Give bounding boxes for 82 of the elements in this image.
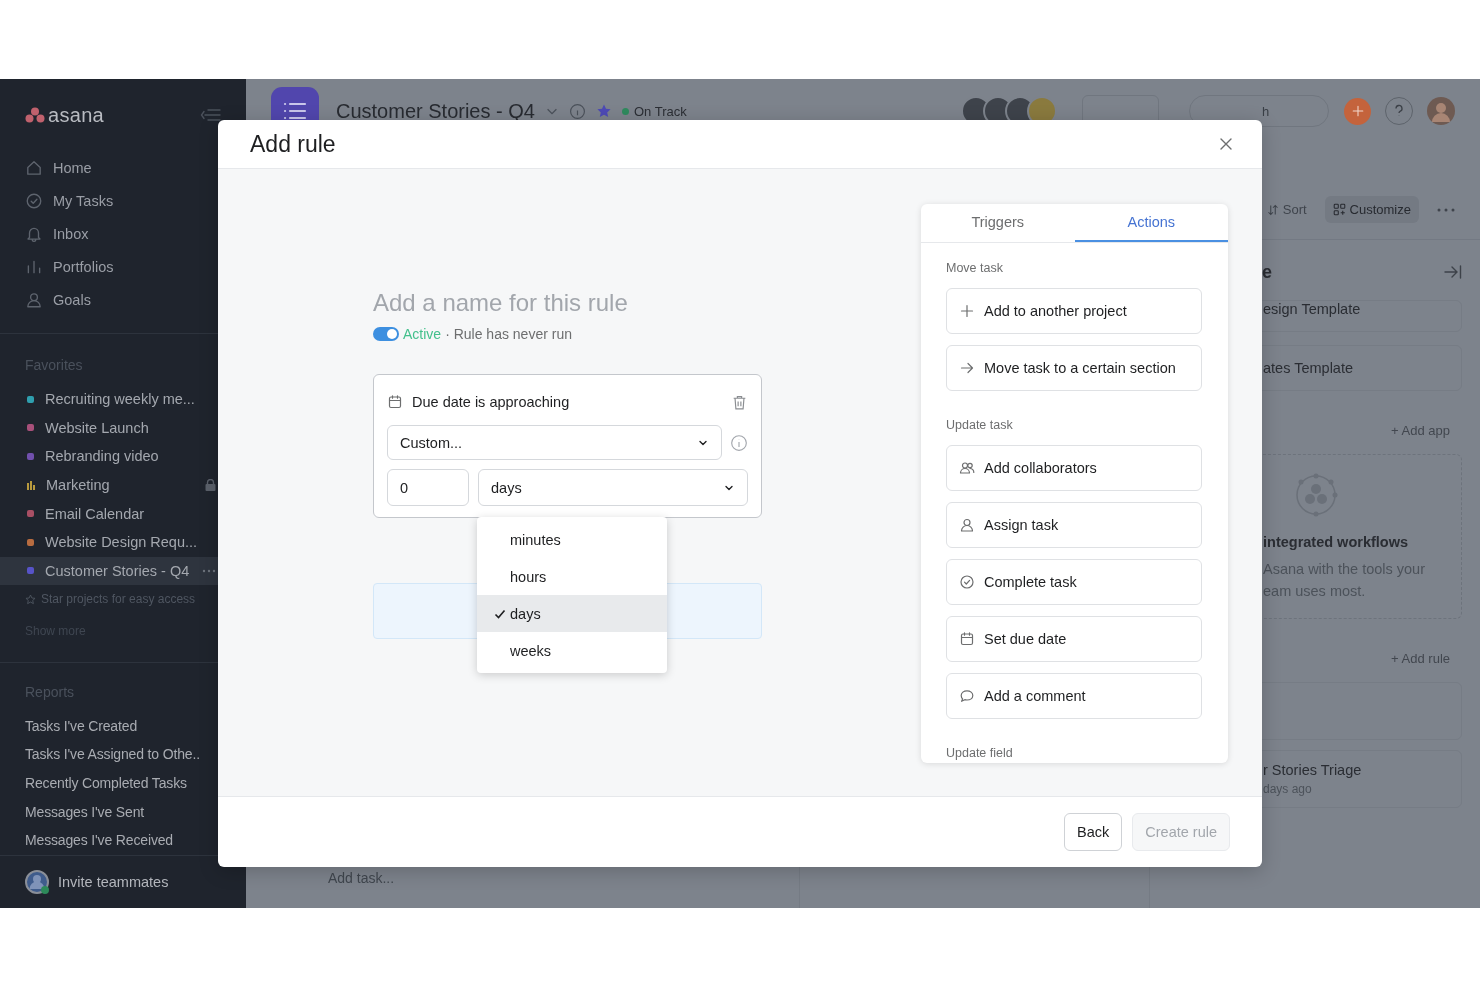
project-item[interactable]: Website Design Requ... (0, 527, 246, 557)
avatar-icon (24, 868, 50, 895)
plus-icon (1350, 104, 1365, 118)
info-icon[interactable] (568, 102, 586, 120)
check-icon (25, 191, 43, 210)
dialog-title: Add rule (250, 130, 336, 158)
calendar-icon (959, 631, 975, 647)
close-icon (1218, 136, 1234, 152)
sort-icon (1266, 203, 1279, 216)
action-option[interactable]: Assign task (946, 502, 1202, 548)
section-heading: Move task (946, 261, 1004, 277)
more-icon[interactable] (1437, 207, 1455, 212)
project-name: Email Calendar (45, 505, 145, 522)
customize-button[interactable]: Customize (1324, 196, 1419, 223)
project-name: Rebranding video (45, 448, 159, 465)
action-option[interactable]: Add a comment (946, 673, 1202, 719)
calendar-icon (387, 394, 403, 410)
section-heading: Update task (946, 418, 1014, 434)
active-label: Active (403, 326, 442, 342)
person-icon (25, 290, 43, 309)
active-toggle[interactable] (373, 327, 399, 341)
check-icon (959, 574, 975, 590)
amount-field[interactable]: 0 (387, 469, 469, 506)
action-option[interactable]: Move task to a certain section (946, 345, 1202, 391)
trigger-title: Due date is approaching (412, 394, 570, 410)
tab[interactable]: Actions (1074, 204, 1228, 242)
project-item[interactable]: Website Launch (0, 413, 246, 443)
plus-icon (959, 303, 975, 319)
rule-title: r Stories Triage (1263, 762, 1362, 778)
customize-icon (1332, 203, 1346, 216)
menu-option[interactable]: days (477, 595, 667, 632)
arrow-icon (959, 360, 975, 376)
collapse-panel-icon[interactable] (1444, 264, 1462, 280)
section-heading: Update field (946, 746, 1014, 762)
menu-option[interactable]: minutes (477, 521, 667, 558)
star-icon[interactable] (595, 103, 612, 119)
trash-icon[interactable] (731, 393, 748, 411)
action-option[interactable]: Add to another project (946, 288, 1202, 334)
project-item[interactable]: Email Calendar (0, 499, 246, 528)
project-name: Recruiting weekly me... (45, 391, 195, 408)
rule-name-field[interactable]: Add a name for this rule (373, 289, 773, 317)
action-option[interactable]: Complete task (946, 559, 1202, 605)
home-icon (25, 158, 43, 177)
nav-item[interactable]: Portfolios (0, 250, 246, 283)
logo-text: asana (48, 103, 104, 127)
project-item[interactable]: Rebranding video (0, 442, 246, 471)
person-icon (959, 517, 975, 533)
status-label[interactable]: On Track (621, 103, 687, 119)
menu-option[interactable]: weeks (477, 632, 667, 669)
tab[interactable]: Triggers (921, 204, 1075, 242)
invite-link[interactable]: Invite teammates (58, 873, 169, 890)
project-name: Website Design Requ... (45, 534, 198, 551)
check-icon (494, 607, 506, 620)
project-item[interactable]: Recruiting weekly me... (0, 385, 246, 414)
run-status: · Rule has never run (445, 326, 572, 342)
project-name: Website Launch (45, 419, 149, 436)
nav-item[interactable]: Inbox (0, 217, 246, 250)
timing-dropdown[interactable]: Custom... (387, 425, 722, 460)
action-option[interactable]: Add collaborators (946, 445, 1202, 491)
people-icon (959, 460, 975, 476)
menu-option[interactable]: hours (477, 558, 667, 595)
logo-icon (25, 107, 45, 123)
more-icon[interactable] (202, 568, 216, 573)
apps-title: integrated workflows (1263, 534, 1410, 550)
unit-dropdown[interactable]: days (478, 469, 748, 506)
comment-icon (959, 688, 975, 704)
info-icon[interactable] (730, 433, 748, 452)
action-option[interactable]: Set due date (946, 616, 1202, 662)
user-avatar[interactable] (1427, 97, 1455, 125)
nav-item[interactable]: My Tasks (0, 184, 246, 217)
nav-item[interactable]: Home (0, 151, 246, 184)
list-icon (283, 101, 307, 121)
panel-title: e (1262, 261, 1272, 283)
collapse-sidebar-icon[interactable] (200, 107, 222, 123)
project-name: Marketing (46, 477, 110, 494)
nav-item[interactable]: Goals (0, 283, 246, 316)
project-name: Customer Stories - Q4 (45, 562, 190, 579)
star-icon (25, 593, 36, 605)
project-title: Customer Stories - Q4 (336, 99, 535, 123)
project-item[interactable]: Marketing (0, 470, 246, 500)
add-button[interactable] (1344, 97, 1371, 125)
back-button[interactable]: Back (1064, 813, 1123, 851)
